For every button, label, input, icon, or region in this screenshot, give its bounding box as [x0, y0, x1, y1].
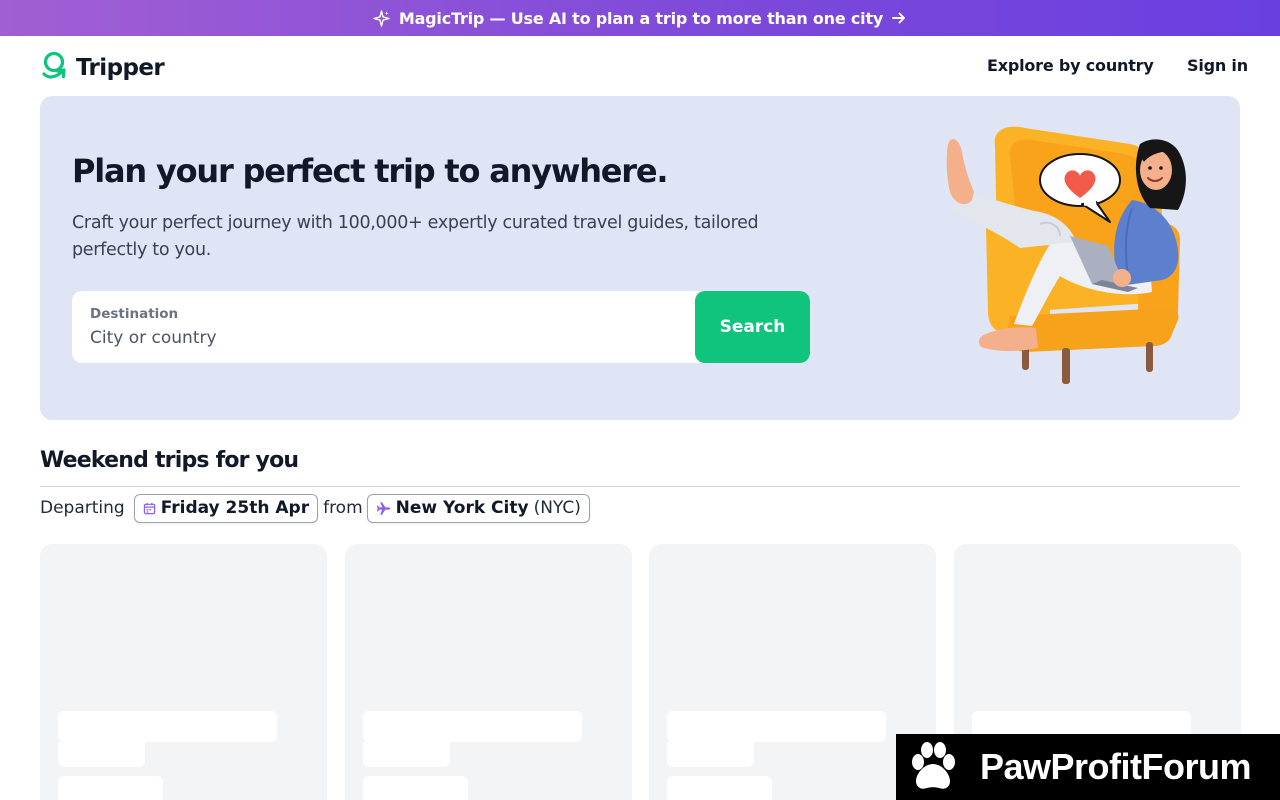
weekend-trips-title: Weekend trips for you — [40, 448, 299, 473]
hero-subtitle: Craft your perfect journey with 100,000+… — [72, 213, 759, 260]
section-divider — [40, 486, 1240, 487]
arrow-right-icon — [891, 10, 907, 26]
destination-search-box: Destination Search — [72, 291, 810, 363]
paw-icon — [906, 740, 960, 794]
skeleton-line — [363, 742, 450, 767]
top-navigation: Tripper Explore by country Sign in — [0, 36, 1280, 96]
hero-title: Plan your perfect trip to anywhere. — [72, 152, 669, 190]
sparkle-icon — [373, 9, 390, 27]
tripper-logo-icon — [40, 50, 72, 86]
plane-icon — [376, 501, 391, 516]
skeleton-line — [58, 742, 145, 767]
departure-date-value: Friday 25th Apr — [160, 498, 310, 518]
skeleton-line — [667, 776, 772, 800]
skeleton-line — [58, 711, 277, 742]
promo-banner[interactable]: MagicTrip — Use AI to plan a trip to mor… — [0, 0, 1280, 36]
destination-input[interactable] — [90, 325, 650, 351]
watermark-text: PawProfitForum — [980, 746, 1252, 787]
promo-text: MagicTrip — Use AI to plan a trip to mor… — [398, 8, 884, 28]
watermark: PawProfitForum — [896, 734, 1280, 800]
skeleton-line — [58, 776, 163, 800]
departing-label: Departing — [40, 498, 125, 518]
trip-card-skeleton[interactable] — [649, 544, 936, 800]
sign-in-link[interactable]: Sign in — [1187, 56, 1248, 75]
destination-label: Destination — [90, 306, 179, 322]
logo-text: Tripper — [76, 55, 165, 81]
search-button[interactable]: Search — [695, 291, 810, 363]
departure-city-picker[interactable]: New York City (NYC) — [366, 493, 590, 523]
skeleton-line — [667, 742, 754, 767]
woman-in-armchair-illustration — [946, 126, 1186, 384]
skeleton-line — [363, 711, 582, 742]
from-label: from — [323, 498, 363, 518]
departure-selector: Departing Friday 25th Apr from New York … — [40, 493, 590, 523]
departure-city-name: New York City — [395, 498, 529, 518]
skeleton-line — [667, 711, 886, 742]
skeleton-line — [363, 776, 468, 800]
logo[interactable]: Tripper — [40, 50, 165, 86]
calendar-icon — [143, 502, 156, 515]
departure-city-code: (NYC) — [533, 498, 581, 518]
trip-card-skeleton[interactable] — [345, 544, 632, 800]
trip-card-skeleton[interactable] — [40, 544, 327, 800]
explore-by-country-link[interactable]: Explore by country — [987, 56, 1154, 75]
departure-date-picker[interactable]: Friday 25th Apr — [133, 493, 319, 523]
hero-section: Plan your perfect trip to anywhere. Craf… — [40, 96, 1240, 420]
